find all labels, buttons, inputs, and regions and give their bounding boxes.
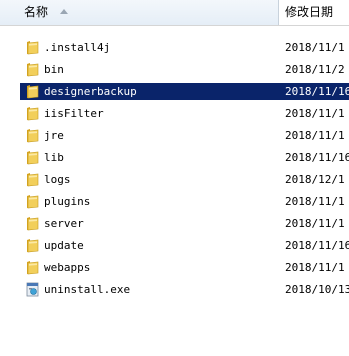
file-date: 2018/11/16 (279, 83, 349, 100)
folder-icon (26, 128, 39, 143)
file-name: update (44, 239, 84, 252)
file-name: logs (44, 173, 71, 186)
file-name: bin (44, 63, 64, 76)
column-header-name[interactable]: 名称 (0, 0, 279, 25)
file-row[interactable]: update 2018/11/16 (0, 235, 349, 257)
column-header-bar: 名称 修改日期 (0, 0, 349, 26)
folder-icon (26, 40, 39, 55)
folder-icon (26, 216, 39, 231)
file-name: jre (44, 129, 64, 142)
file-row[interactable]: iisFilter 2018/11/1 1 (0, 103, 349, 125)
file-row[interactable]: bin 2018/11/2 1 (0, 59, 349, 81)
column-header-date-modified[interactable]: 修改日期 (279, 0, 349, 25)
folder-icon (26, 172, 39, 187)
folder-icon (26, 260, 39, 275)
file-date: 2018/11/1 1 (285, 129, 349, 142)
column-header-name-label: 名称 (24, 5, 49, 19)
file-name: plugins (44, 195, 91, 208)
folder-icon (26, 106, 39, 121)
file-date: 2018/11/16 (285, 151, 349, 164)
file-row[interactable]: logs 2018/12/1 1 (0, 169, 349, 191)
file-name: designerbackup (20, 83, 279, 100)
file-row[interactable]: .install4j 2018/11/1 1 (0, 37, 349, 59)
file-date: 2018/11/1 1 (285, 261, 349, 274)
folder-icon (26, 150, 39, 165)
file-row[interactable]: designerbackup 2018/11/16 (0, 81, 349, 103)
file-row[interactable]: server 2018/11/1 1 (0, 213, 349, 235)
file-explorer-window: 名称 修改日期 .install4j 2018/11/1 1 bin 2018/… (0, 0, 349, 356)
installer-exe-icon (26, 282, 39, 297)
sort-ascending-icon (60, 9, 69, 14)
list-bottom-area (0, 349, 349, 356)
file-name: lib (44, 151, 64, 164)
file-date: 2018/12/1 1 (285, 173, 349, 186)
file-date: 2018/10/13 (285, 283, 349, 296)
file-name: server (44, 217, 84, 230)
file-list: .install4j 2018/11/1 1 bin 2018/11/2 1 d… (0, 37, 349, 301)
file-date: 2018/11/1 1 (285, 195, 349, 208)
column-header-date-label: 修改日期 (285, 5, 334, 19)
file-date: 2018/11/1 1 (285, 41, 349, 54)
file-row[interactable]: lib 2018/11/16 (0, 147, 349, 169)
file-name: .install4j (44, 41, 111, 54)
file-date: 2018/11/1 1 (285, 107, 349, 120)
file-date: 2018/11/2 1 (285, 63, 349, 76)
file-name: uninstall.exe (44, 283, 131, 296)
file-row[interactable]: webapps 2018/11/1 1 (0, 257, 349, 279)
file-name: webapps (44, 261, 91, 274)
folder-icon (26, 84, 39, 99)
folder-icon (26, 194, 39, 209)
folder-icon (26, 62, 39, 77)
file-row[interactable]: plugins 2018/11/1 1 (0, 191, 349, 213)
file-name: iisFilter (44, 107, 104, 120)
file-date: 2018/11/16 (285, 239, 349, 252)
file-date: 2018/11/1 1 (285, 217, 349, 230)
file-row[interactable]: jre 2018/11/1 1 (0, 125, 349, 147)
file-row[interactable]: uninstall.exe 2018/10/13 (0, 279, 349, 301)
folder-icon (26, 238, 39, 253)
